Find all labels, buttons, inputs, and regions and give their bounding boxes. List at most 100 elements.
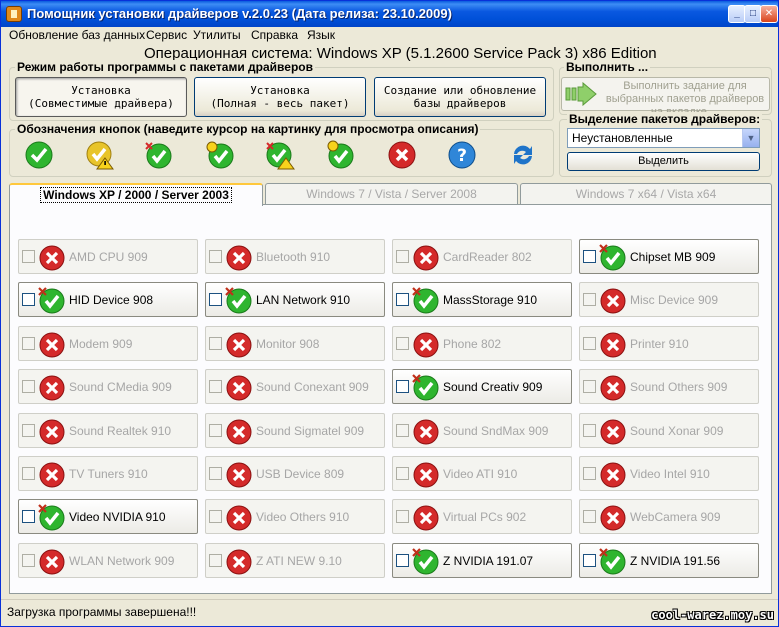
chevron-down-icon[interactable]: ▼ [742, 129, 759, 147]
driver-button[interactable]: Sound SndMax 909 [392, 413, 572, 448]
check-new-icon [412, 548, 439, 575]
driver-button[interactable]: WebCamera 909 [579, 499, 759, 534]
menu-language[interactable]: Язык [307, 28, 335, 42]
driver-button[interactable]: Bluetooth 910 [205, 239, 385, 274]
driver-checkbox[interactable] [209, 510, 222, 523]
driver-button[interactable]: AMD CPU 909 [18, 239, 198, 274]
driver-checkbox[interactable] [396, 424, 409, 437]
app-window: Помощник установки драйверов v.2.0.23 (Д… [0, 0, 779, 627]
driver-button[interactable]: Z ATI NEW 9.10 [205, 543, 385, 578]
selection-dropdown[interactable]: Неустановленные ▼ [567, 128, 760, 148]
driver-checkbox[interactable] [209, 554, 222, 567]
driver-button[interactable]: CardReader 802 [392, 239, 572, 274]
driver-checkbox[interactable] [209, 380, 222, 393]
driver-checkbox[interactable] [22, 250, 35, 263]
driver-checkbox[interactable] [209, 467, 222, 480]
driver-checkbox[interactable] [209, 337, 222, 350]
driver-button[interactable]: Video ATI 910 [392, 456, 572, 491]
check-info-icon[interactable] [205, 140, 235, 170]
driver-button[interactable]: MassStorage 910 [392, 282, 572, 317]
check-icon[interactable] [24, 140, 54, 170]
menu-utilities[interactable]: Утилиты [193, 28, 241, 42]
driver-button[interactable]: Sound Xonar 909 [579, 413, 759, 448]
tab-windows-7-vista[interactable]: Windows 7 / Vista / Server 2008 [265, 183, 518, 205]
driver-checkbox[interactable] [583, 554, 596, 567]
driver-button[interactable]: Video Intel 910 [579, 456, 759, 491]
tab-windows-xp[interactable]: Windows XP / 2000 / Server 2003 [9, 183, 263, 206]
driver-button[interactable]: Monitor 908 [205, 326, 385, 361]
driver-checkbox[interactable] [583, 293, 596, 306]
driver-button[interactable]: WLAN Network 909 [18, 543, 198, 578]
driver-button[interactable]: Phone 802 [392, 326, 572, 361]
driver-checkbox[interactable] [22, 293, 35, 306]
driver-button[interactable]: Sound Sigmatel 909 [205, 413, 385, 448]
create-database-button[interactable]: Создание или обновление базы драйверов [374, 77, 546, 117]
select-button[interactable]: Выделить [567, 152, 760, 171]
menu-update-databases[interactable]: Обновление баз данных [9, 28, 145, 42]
driver-checkbox[interactable] [583, 337, 596, 350]
driver-button[interactable]: Sound Others 909 [579, 369, 759, 404]
driver-checkbox[interactable] [396, 293, 409, 306]
menu-service[interactable]: Сервис [146, 28, 187, 42]
driver-checkbox[interactable] [396, 554, 409, 567]
check-info-alt-icon[interactable] [326, 140, 356, 170]
driver-checkbox[interactable] [583, 510, 596, 523]
driver-checkbox[interactable] [583, 467, 596, 480]
check-warning-icon[interactable] [85, 140, 115, 170]
error-icon[interactable] [387, 140, 417, 170]
driver-checkbox[interactable] [22, 337, 35, 350]
error-icon [39, 332, 65, 358]
driver-button[interactable]: USB Device 809 [205, 456, 385, 491]
driver-label: Sound Creativ 909 [443, 380, 543, 394]
driver-button[interactable]: LAN Network 910 [205, 282, 385, 317]
driver-button[interactable]: Chipset MB 909 [579, 239, 759, 274]
driver-button[interactable]: Modem 909 [18, 326, 198, 361]
driver-checkbox[interactable] [583, 250, 596, 263]
driver-button[interactable]: HID Device 908 [18, 282, 198, 317]
driver-button[interactable]: Misc Device 909 [579, 282, 759, 317]
driver-button[interactable]: Sound CMedia 909 [18, 369, 198, 404]
close-button[interactable]: ✕ [760, 5, 778, 23]
title-bar[interactable]: Помощник установки драйверов v.2.0.23 (Д… [1, 1, 778, 27]
error-icon [226, 462, 252, 488]
check-new-icon[interactable] [144, 140, 174, 170]
error-icon [39, 375, 65, 401]
driver-checkbox[interactable] [22, 554, 35, 567]
driver-label: WLAN Network 909 [69, 554, 175, 568]
driver-button[interactable]: Virtual PCs 902 [392, 499, 572, 534]
driver-button[interactable]: Sound Realtek 910 [18, 413, 198, 448]
driver-checkbox[interactable] [209, 250, 222, 263]
driver-button[interactable]: Video NVIDIA 910 [18, 499, 198, 534]
driver-checkbox[interactable] [22, 467, 35, 480]
install-full-button[interactable]: Установка (Полная - весь пакет) [194, 77, 366, 117]
driver-checkbox[interactable] [209, 293, 222, 306]
tab-windows-7-x64[interactable]: Windows 7 x64 / Vista x64 [520, 183, 772, 205]
help-icon[interactable]: ? [447, 140, 477, 170]
driver-checkbox[interactable] [22, 510, 35, 523]
error-icon [600, 462, 626, 488]
driver-checkbox[interactable] [396, 467, 409, 480]
error-icon [413, 245, 439, 271]
driver-checkbox[interactable] [22, 424, 35, 437]
driver-button[interactable]: Sound Conexant 909 [205, 369, 385, 404]
driver-checkbox[interactable] [396, 510, 409, 523]
driver-button[interactable]: Z NVIDIA 191.07 [392, 543, 572, 578]
driver-checkbox[interactable] [583, 380, 596, 393]
refresh-icon[interactable] [508, 140, 538, 170]
driver-checkbox[interactable] [22, 380, 35, 393]
driver-label: LAN Network 910 [256, 293, 351, 307]
menu-help[interactable]: Справка [251, 28, 298, 42]
driver-button[interactable]: Sound Creativ 909 [392, 369, 572, 404]
check-new-warning-icon[interactable] [265, 140, 295, 170]
install-compatible-button[interactable]: Установка (Совместимые драйвера) [15, 77, 187, 117]
driver-button[interactable]: TV Tuners 910 [18, 456, 198, 491]
driver-checkbox[interactable] [209, 424, 222, 437]
driver-checkbox[interactable] [396, 250, 409, 263]
driver-button[interactable]: Printer 910 [579, 326, 759, 361]
driver-button[interactable]: Video Others 910 [205, 499, 385, 534]
driver-checkbox[interactable] [583, 424, 596, 437]
run-task-button[interactable]: Выполнить задание для выбранных пакетов … [561, 77, 770, 118]
driver-button[interactable]: Z NVIDIA 191.56 [579, 543, 759, 578]
driver-checkbox[interactable] [396, 380, 409, 393]
driver-checkbox[interactable] [396, 337, 409, 350]
